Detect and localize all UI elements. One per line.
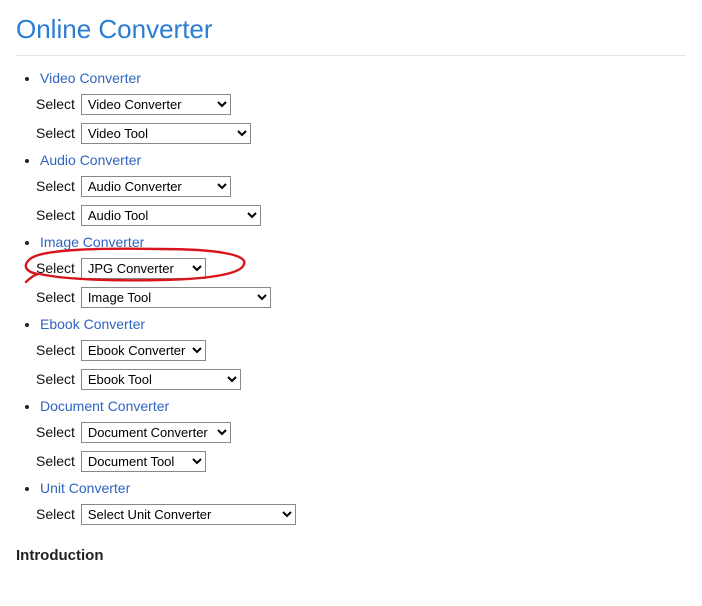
select-audio-tool[interactable]: Audio Tool [81,205,261,226]
link-unit-converter[interactable]: Unit Converter [40,480,130,496]
select-label: Select [36,178,75,194]
select-unit-converter[interactable]: Select Unit Converter [81,504,296,525]
select-document-converter[interactable]: Document Converter [81,422,231,443]
select-ebook-converter[interactable]: Ebook Converter [81,340,206,361]
converter-list: Video Converter Select Video Converter S… [16,70,686,525]
link-document-converter[interactable]: Document Converter [40,398,169,414]
select-label: Select [36,506,75,522]
intro-heading: Introduction [16,547,686,564]
select-image-tool[interactable]: Image Tool [81,287,271,308]
divider [16,55,686,56]
select-label: Select [36,453,75,469]
page-title: Online Converter [16,14,686,45]
select-document-tool[interactable]: Document Tool [81,451,206,472]
select-label: Select [36,424,75,440]
select-video-tool[interactable]: Video Tool [81,123,251,144]
select-label: Select [36,125,75,141]
select-label: Select [36,207,75,223]
link-ebook-converter[interactable]: Ebook Converter [40,316,145,332]
select-video-converter[interactable]: Video Converter [81,94,231,115]
select-audio-converter[interactable]: Audio Converter [81,176,231,197]
select-ebook-tool[interactable]: Ebook Tool [81,369,241,390]
select-label: Select [36,342,75,358]
link-image-converter[interactable]: Image Converter [40,234,144,250]
select-label: Select [36,371,75,387]
select-label: Select [36,289,75,305]
link-video-converter[interactable]: Video Converter [40,70,141,86]
select-image-converter[interactable]: JPG Converter [81,258,206,279]
select-label: Select [36,96,75,112]
link-audio-converter[interactable]: Audio Converter [40,152,141,168]
select-label: Select [36,260,75,276]
